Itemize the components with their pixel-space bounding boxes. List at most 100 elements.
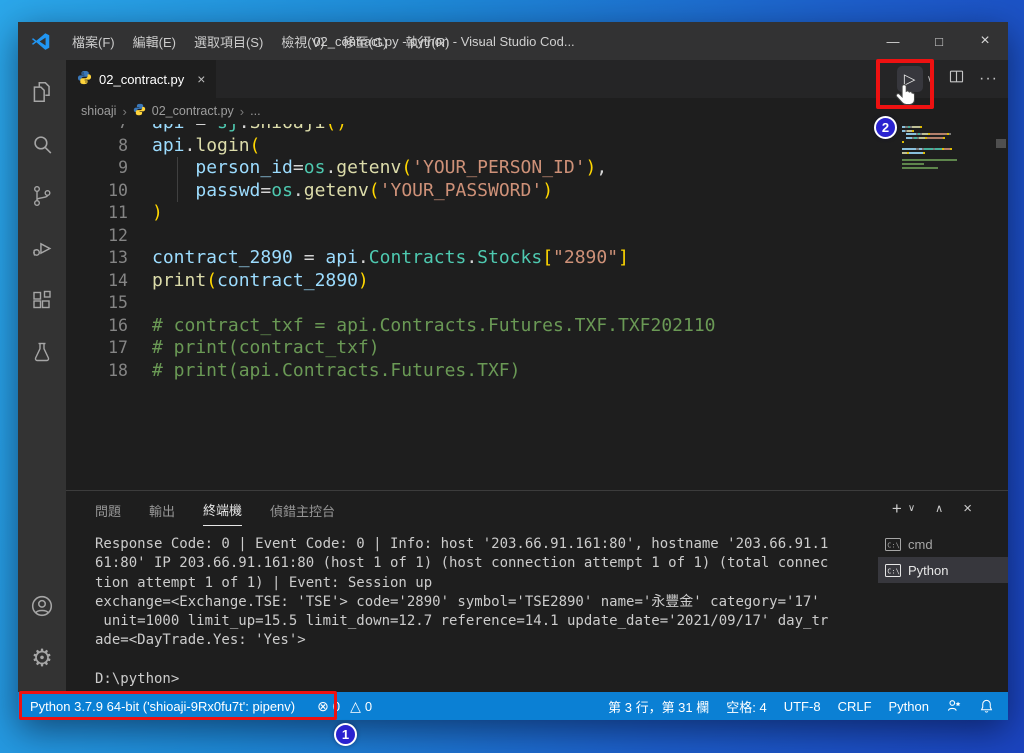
code-line: 10 passwd=os.getenv('YOUR_PASSWORD') [108,179,554,201]
encoding-status[interactable]: UTF-8 [784,699,821,714]
terminal-label: Python [908,562,949,578]
tab-close-icon[interactable]: × [197,71,205,87]
window-controls: — □ × [870,22,1008,60]
breadcrumb-folder[interactable]: shioaji [81,104,116,118]
warning-count: 0 [364,698,373,714]
code-line: 13 contract_2890 = api.Contracts.Stocks["… [108,247,629,268]
terminal-line: tion attempt 1 of 1) | Event: Session up [95,574,433,591]
chevron-right-icon: › [122,103,127,119]
minimap-line [902,151,994,154]
account-button[interactable] [18,580,66,632]
search-icon [33,135,51,154]
sidebar-item-search[interactable] [18,118,66,170]
tab-problems[interactable]: 問題 [95,492,121,526]
maximize-button[interactable]: □ [916,22,962,60]
minimap-line [902,129,994,132]
tab-02-contract-py[interactable]: 02_contract.py × [66,60,217,98]
beaker-icon [34,342,50,362]
maximize-panel-icon[interactable]: ∧ [935,502,943,515]
bottom-panel: 問題 輸出 終端機 偵錯主控台 + ∨ ∧ × Response Code: 0… [66,490,1008,692]
menu-run[interactable]: 執行(R) [396,22,458,60]
run-python-file-button[interactable]: ▷ [896,66,923,92]
terminal-list-item-cmd[interactable]: C:\ cmd [878,531,1008,557]
run-dropdown-icon[interactable]: ∨ [927,74,934,85]
error-count: 0 [332,698,341,714]
svg-text:C:\: C:\ [887,567,900,575]
minimap[interactable] [902,126,994,170]
menu-go[interactable]: 移至(G) [334,22,397,60]
language-mode-status[interactable]: Python [889,699,929,714]
tab-terminal[interactable]: 終端機 [203,491,243,526]
code-editor[interactable]: 7api = sj.Shioaji()8api.login(9 person_i… [66,124,1008,490]
breadcrumb-symbol[interactable]: ... [250,104,260,118]
code-line: 8 api.login( [118,134,261,156]
minimize-button[interactable]: — [870,22,916,60]
sidebar-item-testing[interactable] [18,326,66,378]
sidebar-item-extensions[interactable] [18,274,66,326]
menu-selection[interactable]: 選取項目(S) [185,22,272,60]
feedback-icon[interactable] [946,698,962,714]
error-icon: ⊗ [317,697,329,714]
sidebar-item-run-debug[interactable] [18,222,66,274]
code-line: 9 person_id=os.getenv('YOUR_PERSON_ID'), [118,157,608,178]
terminal-line: exchange=<Exchange.TSE: 'TSE'> code='289… [95,593,820,610]
editor-scrollbar[interactable] [994,124,1008,490]
sidebar-item-explorer[interactable] [18,66,66,118]
terminal-output[interactable]: Response Code: 0 | Event Code: 0 | Info:… [66,526,878,692]
notifications-bell-icon[interactable] [979,698,994,714]
tab-output[interactable]: 輸出 [149,492,175,526]
terminal-dropdown-icon[interactable]: ∨ [908,503,915,514]
extensions-icon [33,290,51,309]
new-terminal-icon[interactable]: + [892,499,902,519]
more-actions-icon[interactable]: ··· [979,70,998,88]
terminal-icon: C:\ [885,563,901,577]
terminal-line: 61:80' IP 203.66.91.161:80 (host 1 of 1)… [95,555,829,572]
code-line: 15 [108,293,128,312]
terminal-icon: C:\ [885,537,901,551]
python-interpreter-status[interactable]: Python 3.7.9 64-bit ('shioaji-9Rx0fu7t':… [30,699,295,714]
minimap-line [902,133,994,136]
indentation-status[interactable]: 空格: 4 [726,697,766,716]
cursor-position-status[interactable]: 第 3 行，第 31 欄 [608,697,709,716]
split-editor-icon[interactable] [948,68,965,90]
minimap-line [902,156,994,158]
menu-file[interactable]: 檔案(F) [63,22,124,60]
minimap-line [902,162,994,165]
sidebar-item-source-control[interactable] [18,170,66,222]
terminal-prompt: D:\python> [95,671,180,688]
account-icon [31,595,53,617]
python-file-icon [77,70,92,88]
source-control-icon [33,186,51,207]
minimap-line [902,140,994,143]
svg-text:C:\: C:\ [887,541,900,549]
gear-icon: ⚙ [31,644,53,672]
tab-debug-console[interactable]: 偵錯主控台 [270,492,335,526]
tab-label: 02_contract.py [99,71,185,87]
scrollbar-thumb[interactable] [996,139,1006,148]
minimap-line [902,166,994,169]
terminal-label: cmd [908,536,933,552]
terminal-list-item-python[interactable]: C:\ Python [878,557,1008,583]
menu-view[interactable]: 檢視(V) [272,22,333,60]
problems-status[interactable]: ⊗ 0 △ 0 [317,698,372,715]
code-line: 11) [108,202,163,223]
terminal-line: Response Code: 0 | Event Code: 0 | Info:… [95,536,829,552]
editor-tab-bar: 02_contract.py × ▷ ∨ ··· [66,60,1008,98]
code-line: 17 # print(contract_txf) [108,337,380,358]
editor-actions: ▷ ∨ ··· [896,60,998,98]
close-panel-icon[interactable]: × [963,500,972,517]
minimap-line [902,137,994,140]
panel-tab-bar: 問題 輸出 終端機 偵錯主控台 + ∨ ∧ × [66,491,1008,526]
terminal-line: ade=<DayTrade.Yes: 'Yes'> [95,632,306,649]
minimap-line [902,126,994,128]
activity-bar: ⚙ [18,60,66,692]
python-file-icon [133,103,146,119]
menu-edit[interactable]: 編輯(E) [124,22,185,60]
eol-status[interactable]: CRLF [838,699,872,714]
files-icon [33,82,50,102]
close-button[interactable]: × [962,22,1008,60]
menu-overflow-icon[interactable]: ··· [458,22,494,60]
breadcrumb-file[interactable]: 02_contract.py [152,104,234,118]
settings-button[interactable]: ⚙ [18,632,66,684]
